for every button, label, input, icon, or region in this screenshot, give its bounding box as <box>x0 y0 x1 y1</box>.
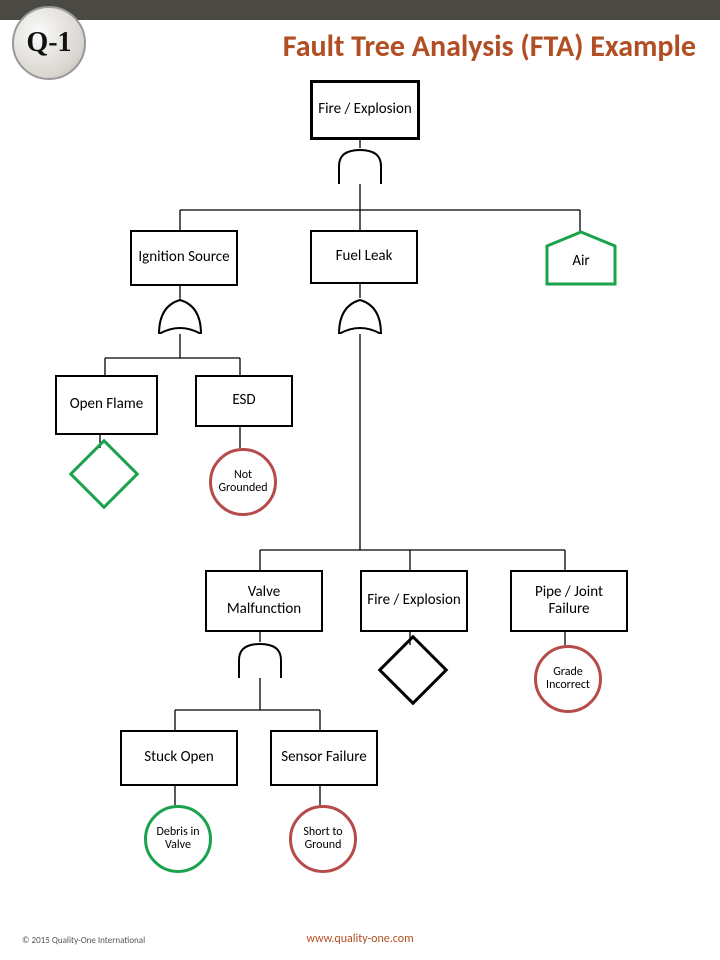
event-air-external: Air <box>545 230 615 280</box>
event-fire-explosion-sub: Fire / Explosion <box>360 570 468 632</box>
basic-event-not-grounded: Not Grounded <box>209 448 277 516</box>
or-gate-icon <box>337 298 383 334</box>
and-gate-icon <box>337 148 383 184</box>
or-gate-icon <box>157 298 203 334</box>
event-pipe-joint-failure: Pipe / Joint Failure <box>510 570 628 632</box>
and-gate-icon <box>237 642 283 678</box>
undeveloped-diamond-icon <box>379 636 441 698</box>
footer-copyright: © 2015 Quality-One International <box>22 935 145 946</box>
air-label: Air <box>545 252 617 270</box>
event-sensor-failure: Sensor Failure <box>270 730 378 786</box>
basic-event-debris: Debris in Valve <box>144 805 212 873</box>
basic-event-grade-incorrect: Grade Incorrect <box>534 645 602 713</box>
event-top: Fire / Explosion <box>310 80 420 140</box>
undeveloped-diamond-icon <box>70 440 132 502</box>
fta-diagram: Fire / Explosion Ignition Source Fuel Le… <box>0 70 720 940</box>
basic-event-short: Short to Ground <box>289 805 357 873</box>
event-fuel-leak: Fuel Leak <box>310 230 418 284</box>
footer-url: www.quality-one.com <box>306 932 413 946</box>
brand-logo: Q-1 <box>12 6 86 80</box>
event-valve-malfunction: Valve Malfunction <box>205 570 323 632</box>
event-esd: ESD <box>195 375 293 427</box>
event-stuck-open: Stuck Open <box>120 730 238 786</box>
event-open-flame: Open Flame <box>55 375 158 435</box>
page-title: Fault Tree Analysis (FTA) Example <box>283 28 696 65</box>
event-ignition: Ignition Source <box>130 230 238 286</box>
top-bar <box>0 0 720 20</box>
